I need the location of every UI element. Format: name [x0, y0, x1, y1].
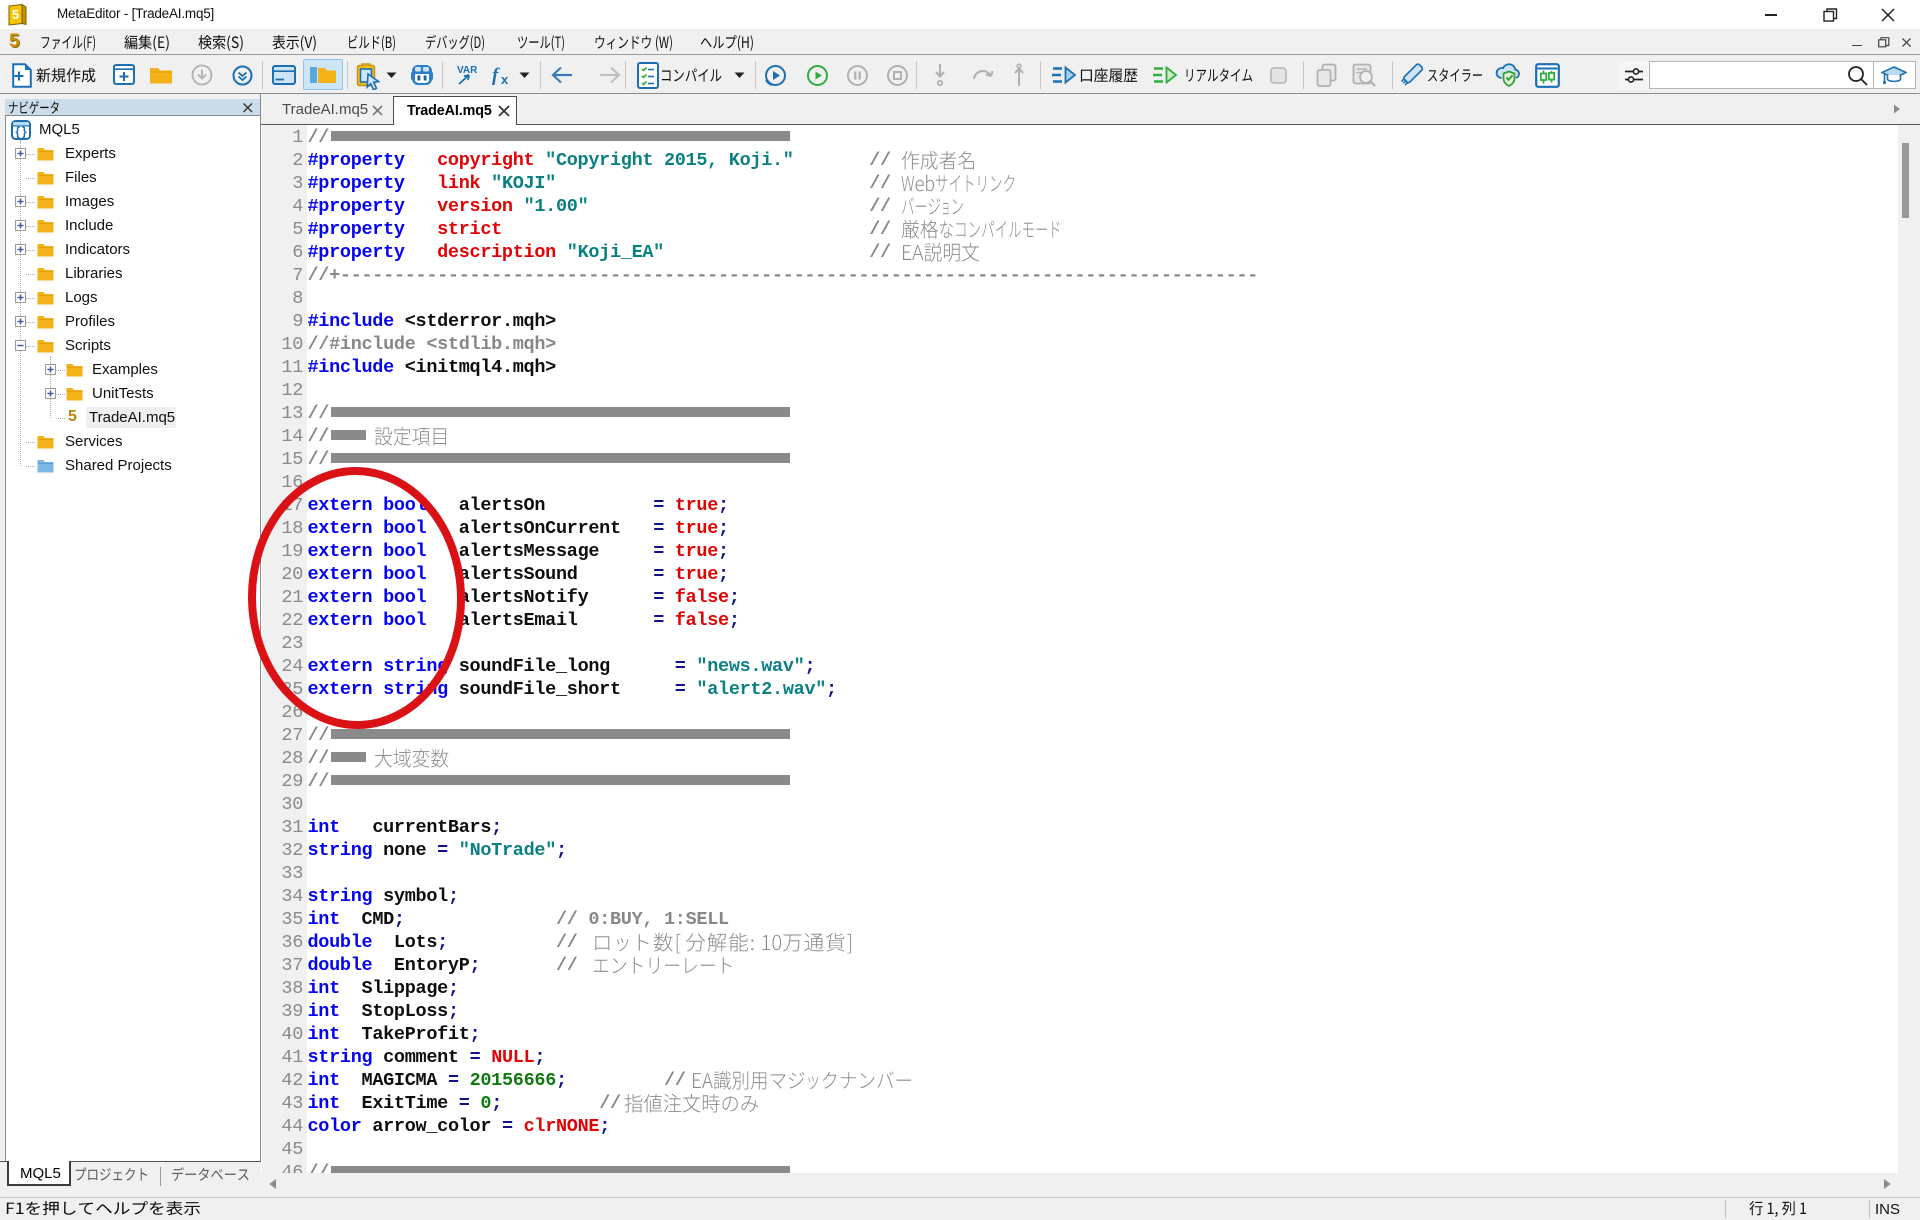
svg-text:5: 5 — [12, 7, 19, 22]
svg-text:VAR: VAR — [457, 65, 478, 76]
svg-text:x: x — [501, 72, 509, 87]
svg-text:{ }: { } — [15, 127, 27, 139]
svg-text:f: f — [492, 65, 500, 86]
